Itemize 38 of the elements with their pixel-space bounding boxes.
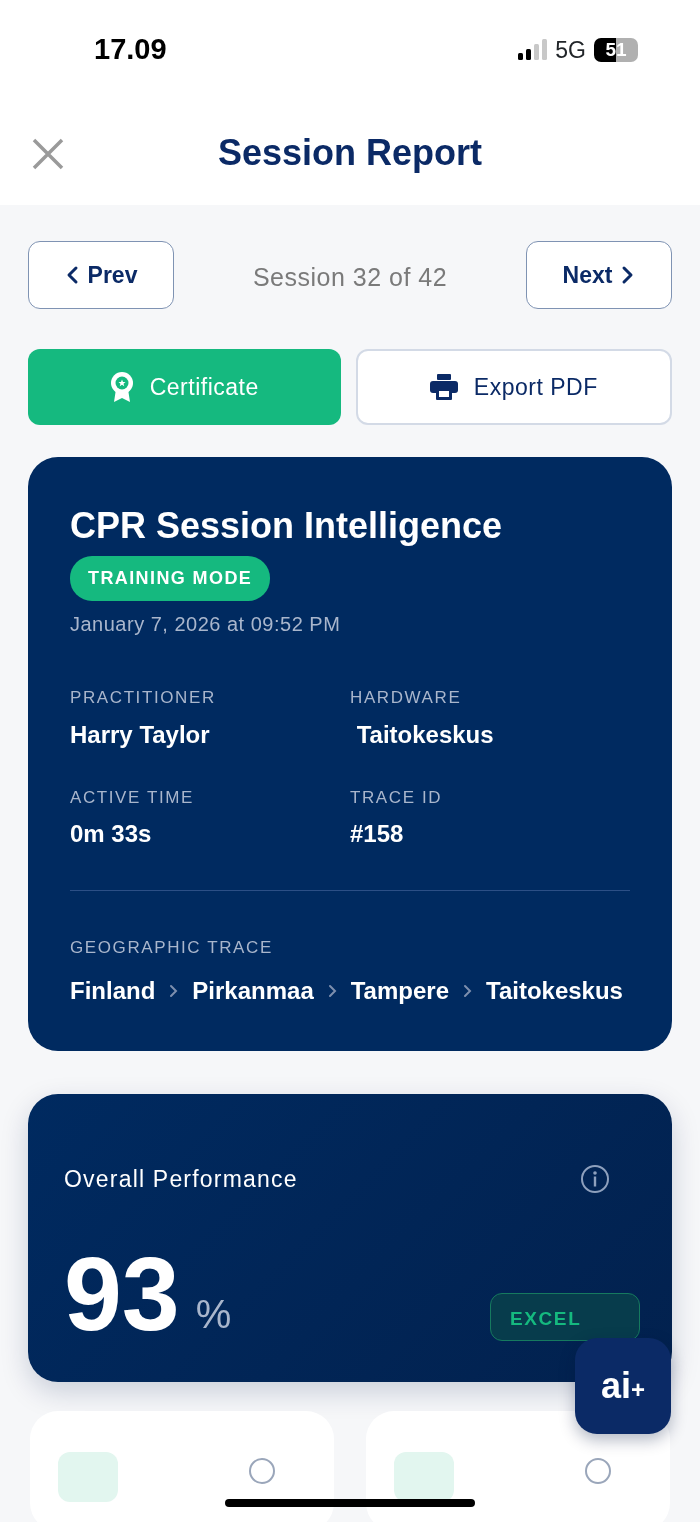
prev-button[interactable]: Prev	[28, 241, 174, 309]
breadcrumb-item: Taitokeskus	[486, 975, 623, 1006]
close-icon	[30, 136, 66, 172]
chevron-right-icon	[463, 983, 472, 998]
signal-icon	[517, 39, 548, 61]
card-title: CPR Session Intelligence	[70, 505, 504, 547]
field-value: Taitokeskus	[355, 719, 495, 750]
printer-icon	[429, 374, 458, 400]
breadcrumb-item: Tampere	[350, 975, 449, 1006]
metric-icon	[58, 1451, 118, 1502]
chevron-right-icon	[169, 983, 179, 998]
field-value: Harry Taylor	[70, 719, 211, 750]
network-label: 5G	[555, 35, 586, 65]
field-value: #158	[350, 819, 405, 850]
field-label: ACTIVE TIME	[70, 786, 196, 809]
clock-time: 17.09	[94, 32, 167, 68]
session-date: January 7, 2026 at 09:52 PM	[70, 612, 342, 638]
card-title: Overall Performance	[64, 1164, 298, 1194]
field-value: 0m 33s	[70, 819, 153, 850]
chevron-right-icon	[327, 983, 337, 998]
close-button[interactable]	[30, 136, 66, 172]
export-pdf-button[interactable]: Export PDF	[355, 349, 672, 425]
breadcrumb-item: Pirkanmaa	[192, 975, 314, 1006]
next-button[interactable]: Next	[526, 241, 672, 309]
trace-label: GEOGRAPHIC TRACE	[70, 937, 274, 960]
battery-level: 51	[594, 38, 638, 62]
field-label: TRACE ID	[350, 786, 444, 809]
score-value: 93	[64, 1242, 180, 1347]
score-unit: %	[195, 1291, 232, 1339]
field-label: PRACTITIONER	[70, 687, 217, 710]
mode-badge: TRAINING MODE	[70, 556, 271, 602]
metric-icon	[394, 1451, 454, 1502]
award-ribbon-icon	[109, 371, 134, 403]
breadcrumb-item: Finland	[70, 975, 156, 1006]
field-label: HARDWARE	[350, 687, 463, 710]
rating-badge: EXCEL	[490, 1292, 640, 1341]
page-title: Session Report	[217, 130, 483, 175]
session-position: Session 32 of 42	[252, 262, 448, 293]
